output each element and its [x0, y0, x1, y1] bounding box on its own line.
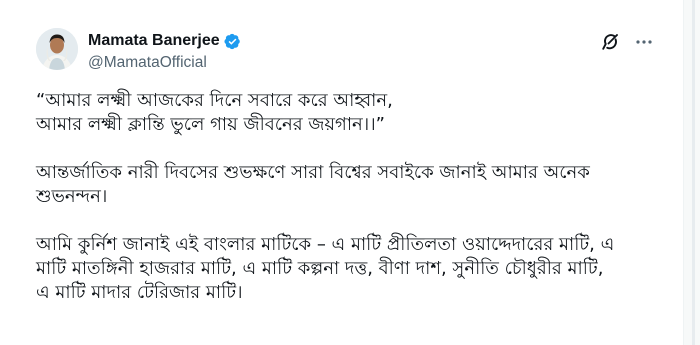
tweet-text: “আমার লক্ষ্মী আজকের দিনে সবারে করে আহ্বা…: [36, 89, 666, 329]
header-actions: [600, 32, 654, 52]
author-names: Mamata Banerjee @MamataOfficial: [88, 31, 241, 72]
text-line: এ মাটি মাদার টেরিজার মাটি।: [36, 282, 243, 303]
tweet-paragraph-quote: “আমার লক্ষ্মী আজকের দিনে সবারে করে আহ্বা…: [36, 89, 666, 137]
tweet-header: Mamata Banerjee @MamataOfficial: [36, 28, 654, 76]
text-line: আমার লক্ষ্মী ক্লান্তি ভুলে গায় জীবনের জ…: [36, 114, 385, 135]
author-handle[interactable]: @MamataOfficial: [88, 54, 241, 72]
profile-photo-icon: [36, 28, 78, 70]
scrollbar-track[interactable]: [692, 0, 695, 345]
display-name[interactable]: Mamata Banerjee: [88, 32, 220, 50]
text-line: “আমার লক্ষ্মী আজকের দিনে সবারে করে আহ্বা…: [36, 90, 393, 111]
scrollbar[interactable]: [683, 0, 700, 345]
tweet-paragraph-greeting: আন্তর্জাতিক নারী দিবসের শুভক্ষণে সারা বি…: [36, 161, 666, 209]
tweet-paragraph-tribute: আমি কুর্নিশ জানাই এই বাংলার মাটিকে – এ ম…: [36, 233, 666, 305]
more-icon[interactable]: [634, 32, 654, 52]
tweet-card: Mamata Banerjee @MamataOfficial “আমার লক…: [0, 0, 684, 345]
avatar[interactable]: [36, 28, 78, 70]
verified-badge-icon[interactable]: [224, 33, 241, 50]
grok-icon[interactable]: [600, 32, 620, 52]
text-line: আমি কুর্নিশ জানাই এই বাংলার মাটিকে – এ ম…: [36, 234, 615, 255]
text-line: মাটি মাতঙ্গিনী হাজরার মাটি, এ মাটি কল্পন…: [36, 258, 604, 279]
display-name-row: Mamata Banerjee: [88, 31, 241, 51]
text-line: শুভনন্দন।: [36, 186, 108, 207]
text-line: আন্তর্জাতিক নারী দিবসের শুভক্ষণে সারা বি…: [36, 162, 590, 183]
